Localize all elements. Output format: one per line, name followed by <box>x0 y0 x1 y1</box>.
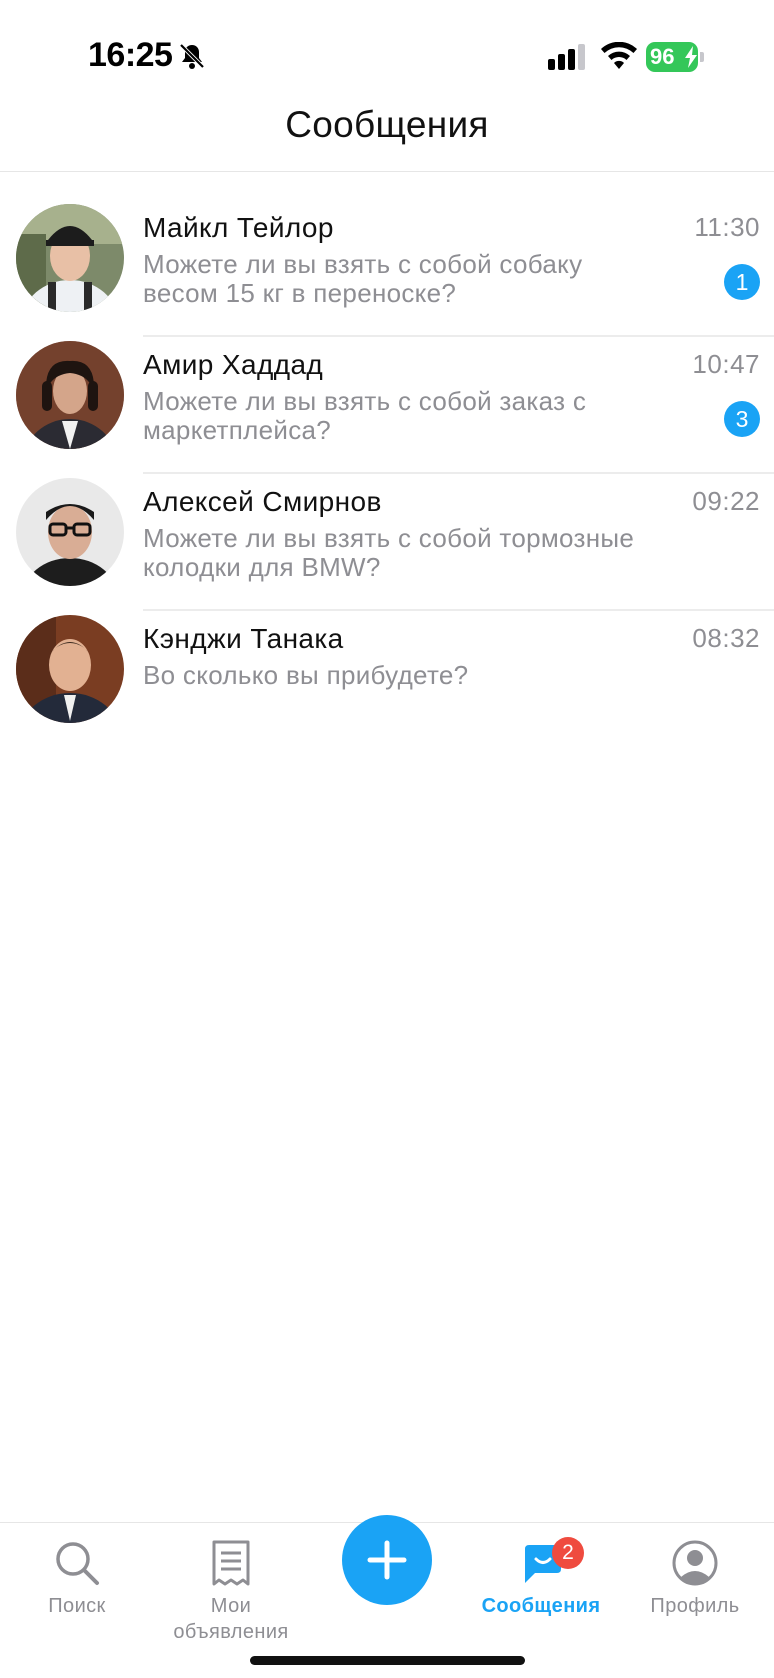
chat-row-amir-haddad[interactable]: Амир Хаддад 10:47 Можете ли вы взять с с… <box>0 337 774 474</box>
chat-last-message: Можете ли вы взять с собой собаку весом … <box>143 249 583 308</box>
status-time: 16:25 <box>88 36 173 74</box>
avatar <box>16 478 124 586</box>
status-bar: 16:25 96 <box>0 0 774 96</box>
plus-icon <box>367 1540 407 1580</box>
chat-name: Алексей Смирнов <box>143 486 382 517</box>
search-icon <box>56 1542 99 1585</box>
battery-icon: 96 <box>646 42 704 72</box>
user-profile-icon <box>672 1540 718 1586</box>
signal-icon <box>548 44 585 70</box>
chat-time: 10:47 <box>692 349 760 379</box>
chat-name: Амир Хаддад <box>143 349 324 380</box>
tab-label: Поиск <box>48 1595 106 1617</box>
unread-badge: 3 <box>724 401 760 437</box>
wifi-icon <box>601 42 637 69</box>
chat-name: Кэнджи Танака <box>143 623 344 654</box>
chat-last-message: Во сколько вы прибудете? <box>143 660 469 690</box>
chat-row-kenji-tanaka[interactable]: Кэнджи Танака 08:32 Во сколько вы прибуд… <box>0 611 774 748</box>
chat-last-message: Можете ли вы взять с собой тормозные кол… <box>143 523 635 582</box>
tab-my-ads[interactable]: Мои объявления <box>156 1539 306 1645</box>
tab-profile[interactable]: Профиль <box>620 1539 770 1619</box>
chat-last-message: Можете ли вы взять с собой заказ с марке… <box>143 386 587 445</box>
battery-cap <box>700 52 704 62</box>
chat-name: Майкл Тейлор <box>143 212 334 243</box>
unread-badge: 1 <box>724 264 760 300</box>
chat-time: 08:32 <box>692 623 760 653</box>
charging-bolt-icon <box>685 46 697 68</box>
avatar <box>16 341 124 449</box>
tab-bar: Поиск Мои объявления Сообщения 2 Профиль <box>0 1515 774 1678</box>
chat-time: 11:30 <box>694 212 760 242</box>
tab-label: Мои объявления <box>173 1595 289 1643</box>
chat-row-alexey-smirnov[interactable]: Алексей Смирнов 09:22 Можете ли вы взять… <box>0 474 774 611</box>
page-title: Сообщения <box>285 104 489 145</box>
chat-list: Майкл Тейлор 11:30 Можете ли вы взять с … <box>0 200 774 748</box>
home-indicator <box>250 1656 525 1665</box>
header: Сообщения <box>0 96 774 172</box>
tab-label: Профиль <box>650 1595 740 1617</box>
avatar <box>16 615 124 723</box>
avatar <box>16 204 124 312</box>
tab-label: Сообщения <box>481 1595 601 1617</box>
tab-search[interactable]: Поиск <box>2 1539 152 1619</box>
chat-time: 09:22 <box>692 486 760 516</box>
chat-row-michael-taylor[interactable]: Майкл Тейлор 11:30 Можете ли вы взять с … <box>0 200 774 337</box>
messages-count-badge: 2 <box>552 1537 584 1569</box>
add-button[interactable] <box>342 1515 432 1605</box>
tab-messages[interactable]: Сообщения 2 <box>466 1537 616 1619</box>
receipt-list-icon <box>212 1540 250 1586</box>
bell-off-icon <box>179 43 205 69</box>
